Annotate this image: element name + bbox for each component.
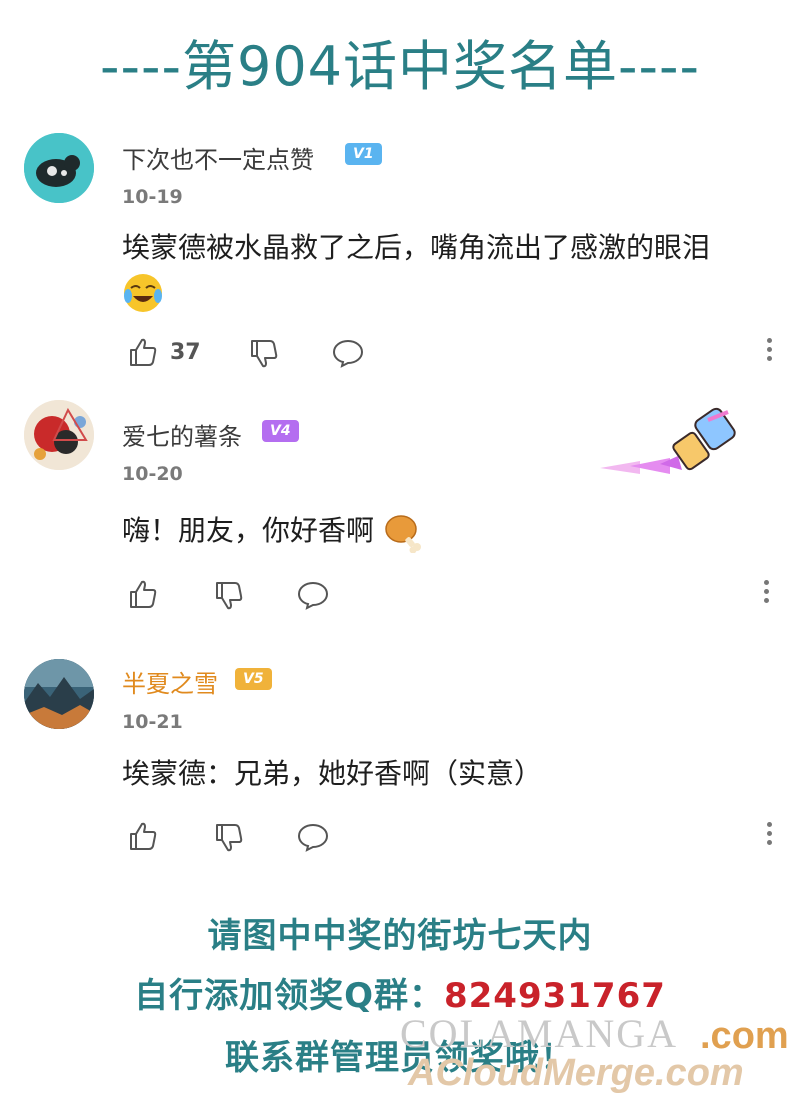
comment-text: 嗨！朋友，你好香啊: [122, 509, 782, 554]
comment-bubble-icon: [297, 581, 329, 610]
comment-date: 10-19: [122, 186, 183, 208]
comment-text-content: 埃蒙德被水晶救了之后，嘴角流出了感激的眼泪: [122, 231, 711, 264]
like-button[interactable]: [127, 820, 159, 856]
thumbs-up-icon: [130, 338, 157, 366]
level-badge: V5: [235, 668, 272, 690]
username[interactable]: 半夏之雪: [122, 664, 218, 699]
user-avatar[interactable]: [24, 659, 94, 729]
like-count: 37: [170, 340, 201, 365]
level-badge: V1: [345, 143, 382, 165]
comment-text-content: 嗨！朋友，你好香啊: [122, 514, 375, 547]
thumbs-down-icon: [216, 582, 243, 610]
dislike-button[interactable]: [213, 821, 245, 857]
user-avatar[interactable]: [24, 133, 94, 203]
reply-button[interactable]: [297, 580, 329, 614]
comment-text: 埃蒙德：兄弟，她好香啊（实意）: [122, 757, 543, 790]
paintbrush-decoration: [600, 406, 745, 485]
thumbs-up-icon: [130, 822, 157, 850]
reply-button[interactable]: [332, 338, 364, 372]
comment-text: 埃蒙德被水晶救了之后，嘴角流出了感激的眼泪: [122, 226, 782, 314]
level-badge: V4: [262, 420, 299, 442]
watermark-merge: ACloudMerge.com: [408, 1052, 744, 1094]
dislike-button[interactable]: [248, 337, 280, 373]
comment-date: 10-21: [122, 711, 183, 733]
comment-bubble-icon: [297, 823, 329, 852]
comment-bubble-icon: [332, 339, 364, 368]
cat-avatar-icon: [24, 133, 94, 203]
chicken-leg-emoji-icon: [385, 515, 421, 554]
more-options-icon[interactable]: [767, 822, 773, 849]
comment-date: 10-20: [122, 463, 183, 485]
user-avatar[interactable]: [24, 400, 94, 470]
paintbrush-icon: [600, 407, 736, 474]
thumbs-up-icon: [130, 580, 157, 608]
watermark-site: COLAMANGA: [400, 1011, 678, 1056]
reply-button[interactable]: [297, 822, 329, 856]
thumbs-down-icon: [216, 824, 243, 852]
more-options-icon[interactable]: [767, 338, 773, 365]
anime-collage-avatar-icon: [24, 400, 94, 470]
mountain-landscape-avatar-icon: [24, 659, 94, 729]
username[interactable]: 爱七的薯条: [122, 417, 242, 452]
page-title: ----第904话中奖名单----: [100, 35, 700, 98]
like-button[interactable]: [127, 336, 159, 372]
footer-line-1: 请图中中奖的街坊七天内: [207, 916, 593, 956]
crying-laughing-emoji-icon: [124, 274, 162, 312]
like-button[interactable]: [127, 578, 159, 614]
thumbs-down-icon: [251, 340, 278, 368]
more-options-icon[interactable]: [764, 580, 770, 607]
dislike-button[interactable]: [213, 579, 245, 615]
footer-qq-label: 自行添加领奖Q群：: [134, 976, 444, 1016]
username[interactable]: 下次也不一定点赞: [122, 140, 314, 175]
